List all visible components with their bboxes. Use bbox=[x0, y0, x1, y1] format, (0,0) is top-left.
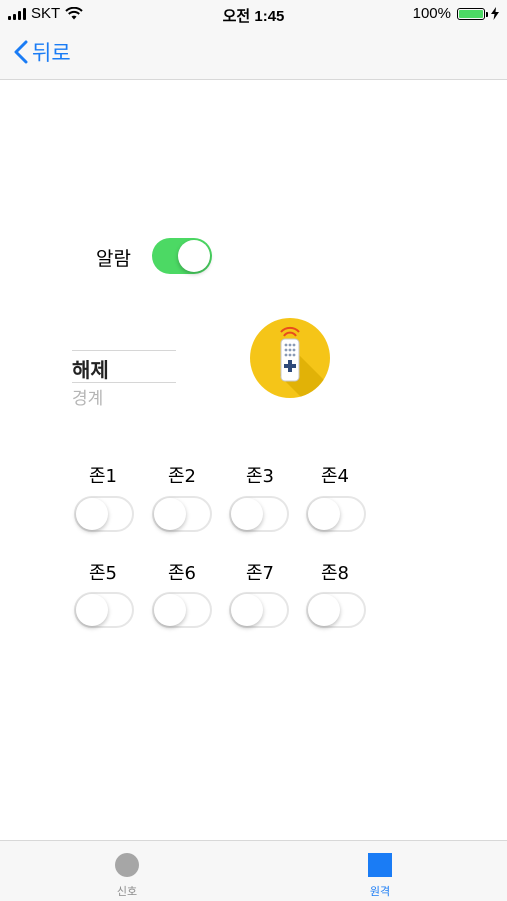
alarm-label: 알람 bbox=[96, 248, 131, 270]
toggle-knob bbox=[231, 498, 263, 530]
toggle-knob bbox=[76, 594, 108, 626]
zone-toggle-7[interactable] bbox=[229, 592, 289, 628]
tab-label: 원격 bbox=[369, 885, 391, 898]
zone-label: 존5 bbox=[88, 563, 117, 584]
zone-label: 존3 bbox=[245, 466, 274, 487]
battery-fill bbox=[459, 9, 483, 18]
status-right: 100% bbox=[413, 5, 499, 22]
zone-label: 존8 bbox=[320, 563, 349, 584]
back-label: 뒤로 bbox=[32, 41, 71, 65]
remote-graphic bbox=[280, 326, 330, 398]
zone-label: 존2 bbox=[167, 466, 196, 487]
toggle-knob bbox=[154, 594, 186, 626]
picker-divider bbox=[72, 350, 176, 351]
zone-toggle-6[interactable] bbox=[152, 592, 212, 628]
tab-bar: 신호 원격 bbox=[0, 840, 507, 901]
back-button[interactable]: 뒤로 bbox=[14, 37, 71, 67]
tab-label: 신호 bbox=[116, 885, 138, 898]
toggle-knob bbox=[154, 498, 186, 530]
toggle-knob bbox=[308, 498, 340, 530]
zone-toggle-5[interactable] bbox=[74, 592, 134, 628]
toggle-knob bbox=[308, 594, 340, 626]
toggle-knob bbox=[76, 498, 108, 530]
zone-label: 존1 bbox=[88, 466, 117, 487]
navigation-bar: 뒤로 bbox=[0, 28, 507, 80]
picker-divider bbox=[72, 382, 176, 383]
chevron-left-icon bbox=[14, 40, 28, 64]
picker-selected-value[interactable]: 해제 bbox=[72, 354, 109, 383]
zone-toggle-4[interactable] bbox=[306, 496, 366, 532]
remote-control-icon[interactable] bbox=[250, 318, 330, 398]
status-bar: SKT 오전 1:45 100% bbox=[0, 0, 507, 28]
zone-label: 존6 bbox=[167, 563, 196, 584]
toggle-knob bbox=[178, 240, 210, 272]
tab-signal[interactable]: 신호 bbox=[67, 841, 187, 901]
battery-percent: 100% bbox=[412, 5, 451, 22]
toggle-knob bbox=[231, 594, 263, 626]
picker-option[interactable]: 경계 bbox=[72, 384, 103, 409]
zone-toggle-3[interactable] bbox=[229, 496, 289, 532]
square-icon bbox=[368, 853, 392, 877]
zone-label: 존4 bbox=[320, 466, 349, 487]
zone-toggle-1[interactable] bbox=[74, 496, 134, 532]
zone-label: 존7 bbox=[245, 563, 274, 584]
battery-icon bbox=[457, 7, 488, 20]
charging-icon bbox=[491, 7, 499, 20]
zone-toggle-8[interactable] bbox=[306, 592, 366, 628]
tab-remote[interactable]: 원격 bbox=[320, 841, 440, 901]
circle-icon bbox=[115, 853, 139, 877]
alarm-toggle[interactable] bbox=[152, 238, 212, 274]
zone-toggle-2[interactable] bbox=[152, 496, 212, 532]
